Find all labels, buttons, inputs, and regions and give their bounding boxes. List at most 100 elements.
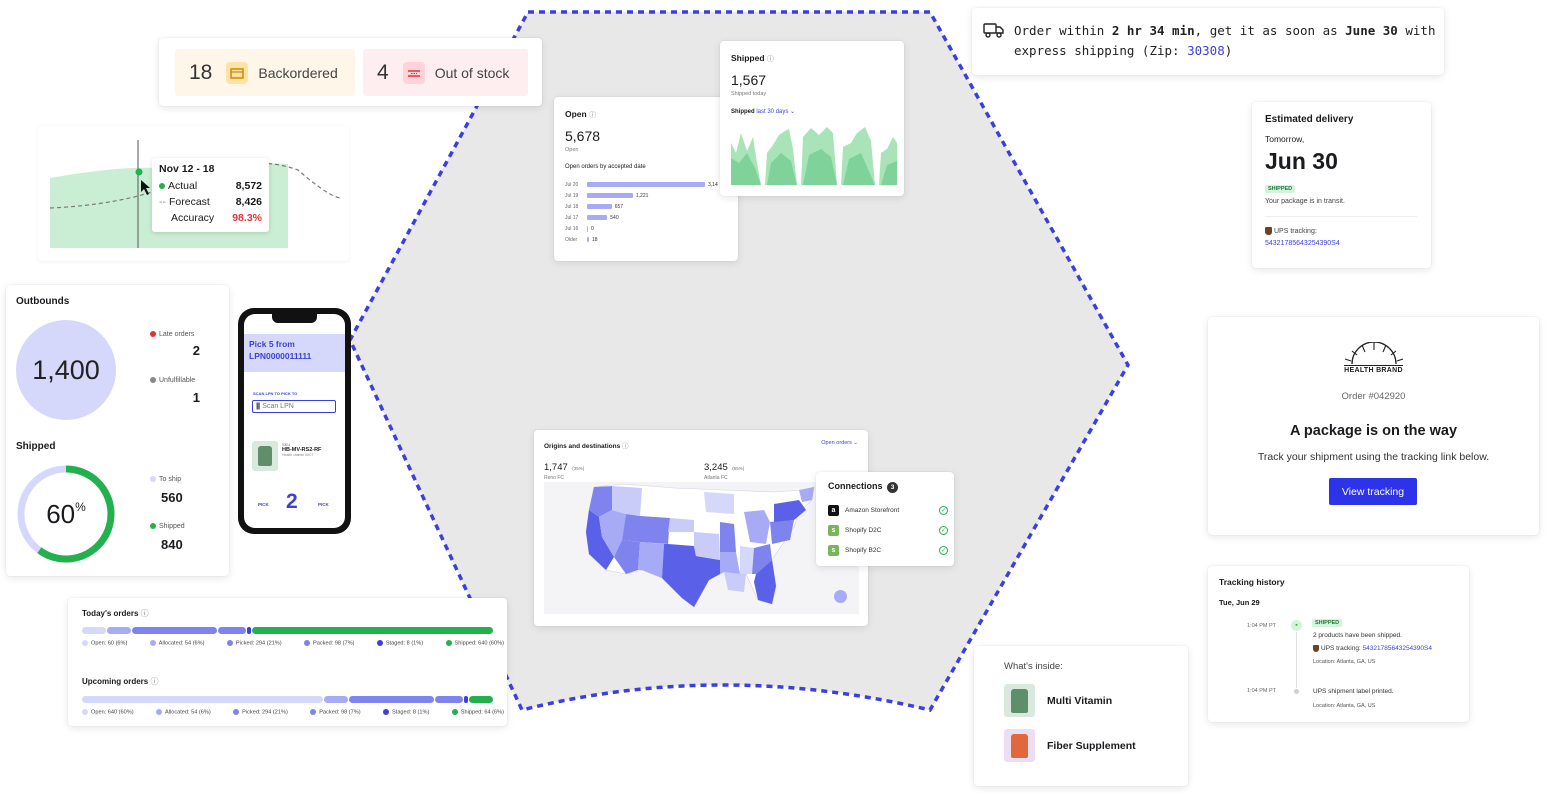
- open-chart-row: Jul 17 540: [565, 212, 735, 223]
- check-circle-icon: ✓: [939, 505, 948, 515]
- open-chart-bar: [587, 215, 608, 220]
- todays-orders-bar: [82, 627, 494, 634]
- upcoming-orders-legend-item: Allocated: 54 (6%): [156, 709, 211, 715]
- event-1-tracking-number[interactable]: 54321785643254390S4: [1363, 645, 1432, 652]
- globe-icon[interactable]: [834, 590, 847, 603]
- out-of-stock-tile[interactable]: 4 Out of stock: [363, 49, 528, 96]
- bottle-image: [252, 441, 278, 471]
- pick-header: Pick 5 from LPN0000011111: [244, 334, 345, 372]
- backordered-tile[interactable]: 18 Backordered: [175, 49, 355, 96]
- estimated-delivery-card: Estimated delivery Tomorrow, Jun 30 SHIP…: [1252, 102, 1431, 268]
- view-tracking-button[interactable]: View tracking: [1329, 478, 1417, 505]
- today-orders-legend-label: Open: 60 (6%): [91, 640, 128, 647]
- connections-count: 3: [887, 482, 899, 493]
- event-2-location: Location: Atlanta, GA, US: [1313, 703, 1376, 709]
- info-icon: ⓘ: [766, 56, 774, 63]
- today-orders-segment: [246, 627, 251, 634]
- inventory-card: 18 Backordered 4 Out of stock: [159, 38, 542, 106]
- open-chart-value: 1,221: [635, 192, 649, 199]
- reno-stat: 1,747 (35%) Reno FC: [544, 457, 584, 481]
- reno-label: Reno FC: [544, 475, 565, 481]
- today-orders-legend-label: Staged: 8 (1%): [385, 640, 424, 647]
- atlanta-stat: 3,245 (65%) Atlanta FC: [704, 457, 744, 481]
- delivery-text-3: with: [1397, 23, 1436, 38]
- legend-dot: [156, 709, 163, 715]
- delivery-text-1: Order within: [1014, 23, 1112, 38]
- pick-title: Pick 5 from LPN0000011111: [249, 339, 312, 361]
- open-chart-value: 657: [614, 203, 624, 210]
- open-chart-value: 540: [610, 214, 619, 221]
- reno-value: 1,747: [544, 462, 568, 473]
- late-orders-dot: [150, 331, 156, 338]
- accuracy-value: 98.3%: [232, 212, 262, 224]
- sku-item[interactable]: SKU HB-MV-RS2-RF Health vitamin 60CT: [252, 441, 340, 475]
- box-icon: [226, 61, 249, 84]
- upcoming-orders-legend-label: Packed: 98 (7%): [319, 709, 361, 716]
- legend-dot: [376, 640, 383, 646]
- actual-value: 8,572: [235, 180, 262, 192]
- outbounds-total: 1,400: [32, 354, 100, 385]
- upcoming-orders-legend-item: Picked: 294 (21%): [233, 709, 288, 715]
- sku-description: Health vitamin 60CT: [282, 453, 314, 457]
- connection-item[interactable]: s Shopify B2C ✓: [828, 540, 948, 560]
- outbounds-title: Outbounds: [16, 296, 70, 307]
- open-chart-date: Jul 20: [565, 181, 579, 188]
- ups-tracking-row: UPS tracking:: [1265, 227, 1317, 235]
- open-chart-date: Jul 18: [565, 203, 579, 210]
- upcoming-orders-title: Upcoming orders ⓘ: [82, 676, 158, 687]
- scan-lpn-input[interactable]: |||| Scan LPN: [252, 400, 336, 413]
- email-order-number: Order #042920: [1341, 391, 1406, 402]
- todays-orders-title: Today's orders ⓘ: [82, 608, 149, 619]
- unfulfillable-dot: [150, 377, 156, 384]
- today-orders-legend-label: Picked: 294 (21%): [235, 640, 282, 647]
- delivery-line-1: Order within 2 hr 34 min, get it as soon…: [1014, 21, 1435, 41]
- tracking-history-card: Tracking history Tue, Jun 29 1:04 PM PT …: [1208, 566, 1469, 722]
- amazon-icon: a: [828, 504, 839, 516]
- legend-dot: [383, 709, 390, 715]
- delivery-date: June 30: [1345, 23, 1398, 38]
- delivery-banner-text: Order within 2 hr 34 min, get it as soon…: [1014, 21, 1435, 61]
- event-2-dot: [1294, 689, 1299, 694]
- today-orders-segment: [217, 627, 246, 634]
- event-1-time: 1:04 PM PT: [1247, 623, 1277, 629]
- open-sub: Open: [565, 147, 579, 153]
- ups-tracking-number[interactable]: 54321785643254390S4: [1265, 240, 1340, 247]
- late-orders-label: Late orders: [159, 331, 195, 338]
- pick-right[interactable]: PICK: [318, 502, 329, 507]
- delivery-zip[interactable]: 30308: [1187, 43, 1225, 58]
- open-chart-date: Jul 17: [565, 214, 579, 221]
- phone-screen: Pick 5 from LPN0000011111 SCAN LPN TO PI…: [244, 314, 345, 528]
- upcoming-orders-legend-label: Staged: 8 (1%): [392, 709, 430, 716]
- open-chart-date: Jul 16: [565, 225, 579, 232]
- delivery-text-4: express shipping (Zip:: [1014, 43, 1188, 58]
- open-orders-dropdown[interactable]: Open orders ⌄: [821, 440, 858, 446]
- open-chart-bar: [587, 204, 612, 209]
- ups-icon: [1313, 645, 1319, 652]
- event-1-tracking-label: UPS tracking:: [1321, 645, 1361, 653]
- upcoming-orders-legend-item: Staged: 8 (1%): [383, 709, 429, 715]
- shipped-filter-label: Shipped: [731, 109, 755, 115]
- today-orders-segment: [82, 627, 107, 634]
- shipped-filter[interactable]: Shipped last 30 days ⌄: [731, 108, 795, 115]
- legend-dot: [233, 709, 240, 715]
- today-orders-legend-item: Staged: 8 (1%): [376, 640, 424, 647]
- barcode-icon: ||||: [256, 403, 260, 410]
- open-chart-date: Jul 19: [565, 192, 579, 199]
- origins-title: Origins and destinations ⓘ: [544, 440, 629, 450]
- pick-left[interactable]: PICK: [258, 502, 269, 507]
- upcoming-orders-legend-item: Open: 640 (60%): [82, 709, 134, 715]
- atlanta-pct: (65%): [732, 466, 745, 471]
- shipped-pct-unit: %: [75, 500, 86, 514]
- estimated-status: Your package is in transit.: [1265, 198, 1345, 205]
- product-item-multi-vitamin[interactable]: Multi Vitamin: [1004, 684, 1112, 717]
- connection-item[interactable]: a Amazon Storefront ✓: [828, 500, 948, 520]
- upcoming-orders-segment: [434, 696, 463, 703]
- product-item-fiber-supplement[interactable]: Fiber Supplement: [1004, 729, 1136, 762]
- shipped-card: Shipped ⓘ 1,567 Shipped today Shipped la…: [720, 41, 904, 196]
- atlanta-label: Atlanta FC: [704, 475, 728, 481]
- check-circle-icon: ✓: [939, 525, 948, 535]
- connection-item[interactable]: s Shopify D2C ✓: [828, 520, 948, 540]
- upcoming-orders-segment: [82, 696, 324, 703]
- to-ship-dot: [150, 476, 156, 483]
- connections-title-label: Connections: [828, 481, 883, 491]
